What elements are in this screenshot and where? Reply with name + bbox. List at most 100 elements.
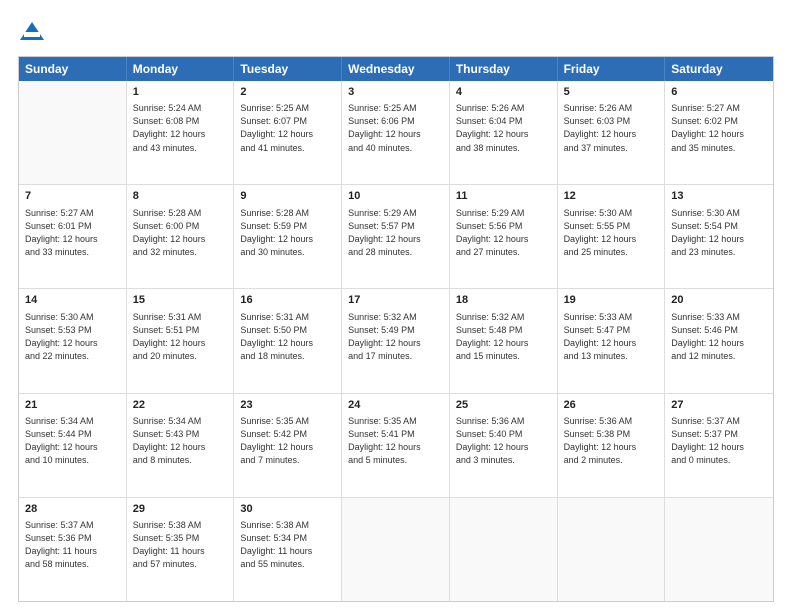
day-cell-30: 30 Sunrise: 5:38 AM Sunset: 5:34 PM Dayli… <box>234 498 342 601</box>
day-info: Sunrise: 5:30 AM Sunset: 5:55 PM Dayligh… <box>564 207 659 259</box>
day-info: Sunrise: 5:25 AM Sunset: 6:07 PM Dayligh… <box>240 102 335 154</box>
day-cell-14: 14 Sunrise: 5:30 AM Sunset: 5:53 PM Dayli… <box>19 289 127 392</box>
day-number: 16 <box>240 293 335 308</box>
day-info: Sunrise: 5:35 AM Sunset: 5:42 PM Dayligh… <box>240 415 335 467</box>
day-cell-4: 4 Sunrise: 5:26 AM Sunset: 6:04 PM Daylig… <box>450 81 558 184</box>
day-info: Sunrise: 5:38 AM Sunset: 5:34 PM Dayligh… <box>240 519 335 571</box>
day-cell-16: 16 Sunrise: 5:31 AM Sunset: 5:50 PM Dayli… <box>234 289 342 392</box>
day-cell-13: 13Sunrise: 5:30 AM Sunset: 5:54 PM Dayli… <box>665 185 773 288</box>
page: SundayMondayTuesdayWednesdayThursdayFrid… <box>0 0 792 612</box>
empty-cell-4-3 <box>342 498 450 601</box>
day-number: 18 <box>456 293 551 308</box>
day-number: 11 <box>456 189 551 204</box>
day-cell-22: 22Sunrise: 5:34 AM Sunset: 5:43 PM Dayli… <box>127 394 235 497</box>
day-cell-24: 24 Sunrise: 5:35 AM Sunset: 5:41 PM Dayli… <box>342 394 450 497</box>
day-info: Sunrise: 5:34 AM Sunset: 5:43 PM Dayligh… <box>133 415 228 467</box>
day-cell-27: 27 Sunrise: 5:37 AM Sunset: 5:37 PM Dayli… <box>665 394 773 497</box>
day-number: 7 <box>25 189 120 204</box>
day-number: 14 <box>25 293 120 308</box>
day-number: 5 <box>564 85 659 100</box>
day-number: 29 <box>133 502 228 517</box>
weekday-header-tuesday: Tuesday <box>234 57 342 81</box>
calendar-body: 1 Sunrise: 5:24 AM Sunset: 6:08 PM Daylig… <box>19 81 773 601</box>
day-number: 17 <box>348 293 443 308</box>
day-cell-9: 9 Sunrise: 5:28 AM Sunset: 5:59 PM Daylig… <box>234 185 342 288</box>
day-info: Sunrise: 5:29 AM Sunset: 5:56 PM Dayligh… <box>456 207 551 259</box>
day-cell-3: 3Sunrise: 5:25 AM Sunset: 6:06 PM Daylig… <box>342 81 450 184</box>
calendar-row-2: 14 Sunrise: 5:30 AM Sunset: 5:53 PM Dayli… <box>19 289 773 393</box>
calendar-row-4: 28 Sunrise: 5:37 AM Sunset: 5:36 PM Dayli… <box>19 498 773 601</box>
day-number: 15 <box>133 293 228 308</box>
day-cell-5: 5 Sunrise: 5:26 AM Sunset: 6:03 PM Daylig… <box>558 81 666 184</box>
logo-icon <box>18 18 46 46</box>
day-cell-12: 12 Sunrise: 5:30 AM Sunset: 5:55 PM Dayli… <box>558 185 666 288</box>
calendar-row-3: 21Sunrise: 5:34 AM Sunset: 5:44 PM Dayli… <box>19 394 773 498</box>
day-number: 30 <box>240 502 335 517</box>
day-cell-20: 20Sunrise: 5:33 AM Sunset: 5:46 PM Dayli… <box>665 289 773 392</box>
day-info: Sunrise: 5:24 AM Sunset: 6:08 PM Dayligh… <box>133 102 228 154</box>
calendar: SundayMondayTuesdayWednesdayThursdayFrid… <box>18 56 774 602</box>
day-cell-28: 28 Sunrise: 5:37 AM Sunset: 5:36 PM Dayli… <box>19 498 127 601</box>
day-cell-21: 21Sunrise: 5:34 AM Sunset: 5:44 PM Dayli… <box>19 394 127 497</box>
day-cell-15: 15 Sunrise: 5:31 AM Sunset: 5:51 PM Dayli… <box>127 289 235 392</box>
day-cell-18: 18 Sunrise: 5:32 AM Sunset: 5:48 PM Dayli… <box>450 289 558 392</box>
day-info: Sunrise: 5:30 AM Sunset: 5:54 PM Dayligh… <box>671 207 767 259</box>
day-info: Sunrise: 5:27 AM Sunset: 6:01 PM Dayligh… <box>25 207 120 259</box>
day-info: Sunrise: 5:32 AM Sunset: 5:49 PM Dayligh… <box>348 311 443 363</box>
day-number: 8 <box>133 189 228 204</box>
day-number: 28 <box>25 502 120 517</box>
day-cell-6: 6 Sunrise: 5:27 AM Sunset: 6:02 PM Daylig… <box>665 81 773 184</box>
day-info: Sunrise: 5:36 AM Sunset: 5:38 PM Dayligh… <box>564 415 659 467</box>
weekday-header-sunday: Sunday <box>19 57 127 81</box>
day-info: Sunrise: 5:29 AM Sunset: 5:57 PM Dayligh… <box>348 207 443 259</box>
day-info: Sunrise: 5:31 AM Sunset: 5:50 PM Dayligh… <box>240 311 335 363</box>
day-info: Sunrise: 5:34 AM Sunset: 5:44 PM Dayligh… <box>25 415 120 467</box>
logo <box>18 18 50 46</box>
day-number: 2 <box>240 85 335 100</box>
day-number: 25 <box>456 398 551 413</box>
day-info: Sunrise: 5:35 AM Sunset: 5:41 PM Dayligh… <box>348 415 443 467</box>
day-cell-19: 19 Sunrise: 5:33 AM Sunset: 5:47 PM Dayli… <box>558 289 666 392</box>
day-info: Sunrise: 5:33 AM Sunset: 5:47 PM Dayligh… <box>564 311 659 363</box>
day-info: Sunrise: 5:36 AM Sunset: 5:40 PM Dayligh… <box>456 415 551 467</box>
calendar-header: SundayMondayTuesdayWednesdayThursdayFrid… <box>19 57 773 81</box>
weekday-header-saturday: Saturday <box>665 57 773 81</box>
day-number: 3 <box>348 85 443 100</box>
empty-cell-0-0 <box>19 81 127 184</box>
day-number: 19 <box>564 293 659 308</box>
day-cell-10: 10 Sunrise: 5:29 AM Sunset: 5:57 PM Dayli… <box>342 185 450 288</box>
day-number: 23 <box>240 398 335 413</box>
weekday-header-monday: Monday <box>127 57 235 81</box>
day-info: Sunrise: 5:37 AM Sunset: 5:37 PM Dayligh… <box>671 415 767 467</box>
day-cell-26: 26 Sunrise: 5:36 AM Sunset: 5:38 PM Dayli… <box>558 394 666 497</box>
day-number: 10 <box>348 189 443 204</box>
day-number: 9 <box>240 189 335 204</box>
day-info: Sunrise: 5:27 AM Sunset: 6:02 PM Dayligh… <box>671 102 767 154</box>
day-info: Sunrise: 5:38 AM Sunset: 5:35 PM Dayligh… <box>133 519 228 571</box>
weekday-header-friday: Friday <box>558 57 666 81</box>
day-info: Sunrise: 5:26 AM Sunset: 6:04 PM Dayligh… <box>456 102 551 154</box>
day-cell-11: 11 Sunrise: 5:29 AM Sunset: 5:56 PM Dayli… <box>450 185 558 288</box>
day-number: 4 <box>456 85 551 100</box>
day-number: 6 <box>671 85 767 100</box>
day-number: 12 <box>564 189 659 204</box>
day-cell-7: 7 Sunrise: 5:27 AM Sunset: 6:01 PM Daylig… <box>19 185 127 288</box>
day-number: 26 <box>564 398 659 413</box>
day-info: Sunrise: 5:28 AM Sunset: 5:59 PM Dayligh… <box>240 207 335 259</box>
day-number: 24 <box>348 398 443 413</box>
day-cell-17: 17 Sunrise: 5:32 AM Sunset: 5:49 PM Dayli… <box>342 289 450 392</box>
day-info: Sunrise: 5:26 AM Sunset: 6:03 PM Dayligh… <box>564 102 659 154</box>
day-number: 1 <box>133 85 228 100</box>
empty-cell-4-6 <box>665 498 773 601</box>
day-info: Sunrise: 5:32 AM Sunset: 5:48 PM Dayligh… <box>456 311 551 363</box>
day-info: Sunrise: 5:31 AM Sunset: 5:51 PM Dayligh… <box>133 311 228 363</box>
day-number: 27 <box>671 398 767 413</box>
empty-cell-4-4 <box>450 498 558 601</box>
calendar-row-1: 7 Sunrise: 5:27 AM Sunset: 6:01 PM Daylig… <box>19 185 773 289</box>
day-info: Sunrise: 5:28 AM Sunset: 6:00 PM Dayligh… <box>133 207 228 259</box>
weekday-header-wednesday: Wednesday <box>342 57 450 81</box>
day-cell-29: 29 Sunrise: 5:38 AM Sunset: 5:35 PM Dayli… <box>127 498 235 601</box>
header <box>18 18 774 46</box>
day-info: Sunrise: 5:37 AM Sunset: 5:36 PM Dayligh… <box>25 519 120 571</box>
day-info: Sunrise: 5:30 AM Sunset: 5:53 PM Dayligh… <box>25 311 120 363</box>
